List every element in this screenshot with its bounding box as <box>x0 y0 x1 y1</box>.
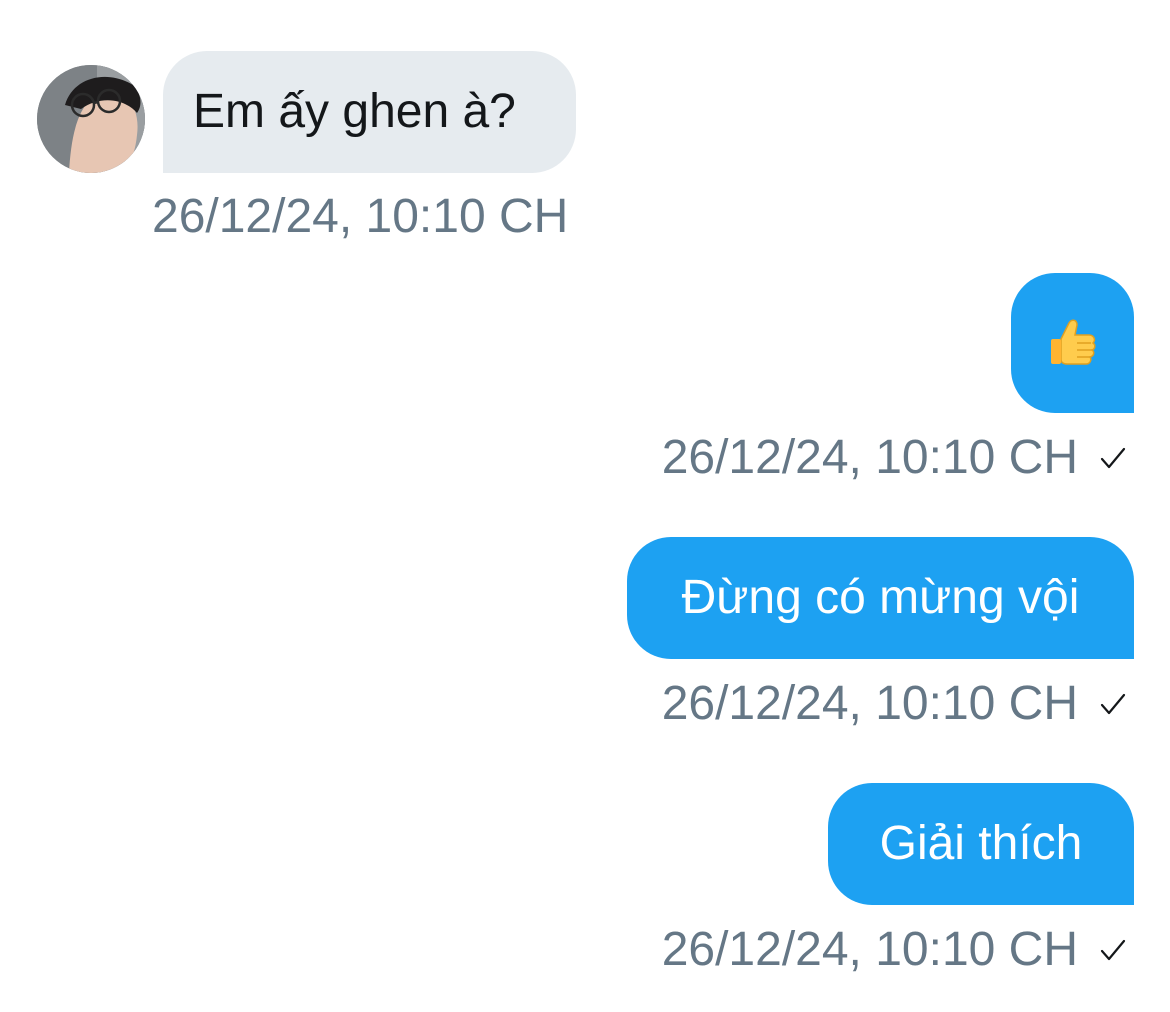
checkmark-icon <box>1100 447 1126 469</box>
checkmark-icon <box>1100 693 1126 715</box>
incoming-message-text: Em ấy ghen à? <box>193 85 516 138</box>
outgoing-message-timestamp: 26/12/24, 10:10 CH <box>662 926 1128 974</box>
timestamp-text: 26/12/24, 10:10 CH <box>661 431 1078 484</box>
outgoing-message-timestamp: 26/12/24, 10:10 CH <box>662 434 1128 482</box>
outgoing-message-bubble[interactable]: Giải thích <box>828 783 1134 905</box>
sender-avatar[interactable] <box>37 65 145 173</box>
user-photo-avatar-icon <box>37 65 145 173</box>
timestamp-text: 26/12/24, 10:10 CH <box>661 677 1078 730</box>
outgoing-message-bubble[interactable]: Đừng có mừng vội <box>627 537 1134 659</box>
timestamp-text: 26/12/24, 10:10 CH <box>152 190 569 243</box>
outgoing-message-text: Giải thích <box>879 817 1083 870</box>
timestamp-text: 26/12/24, 10:10 CH <box>661 923 1078 976</box>
outgoing-message-timestamp: 26/12/24, 10:10 CH <box>662 680 1128 728</box>
incoming-message-bubble[interactable]: Em ấy ghen à? <box>163 51 576 173</box>
outgoing-message-bubble-emoji[interactable] <box>1011 273 1134 413</box>
thumbs-up-icon <box>1050 319 1096 365</box>
incoming-message-timestamp: 26/12/24, 10:10 CH <box>152 193 568 241</box>
checkmark-icon <box>1100 939 1126 961</box>
outgoing-message-text: Đừng có mừng vội <box>681 571 1080 624</box>
